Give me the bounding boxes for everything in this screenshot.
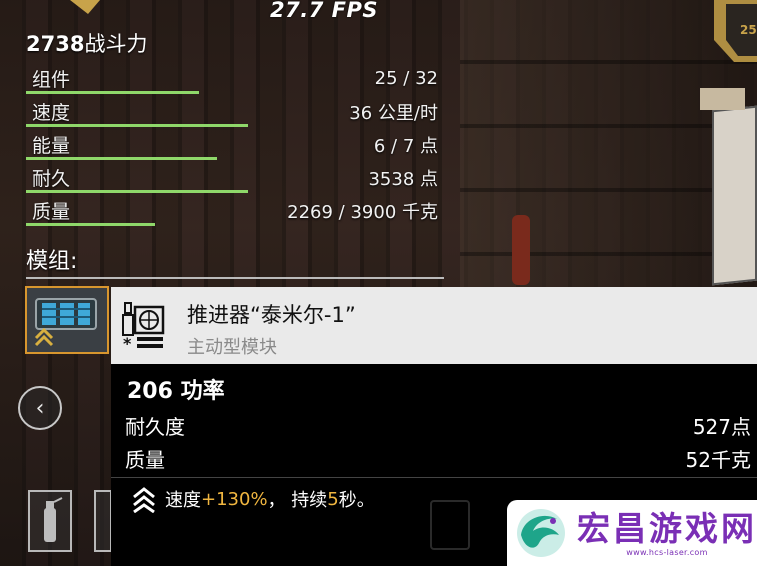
module-stat-row: 质量 52千克: [125, 442, 751, 475]
background-crate: [712, 105, 757, 286]
watermark-text: 宏昌游戏网 www.hcs-laser.com: [577, 508, 757, 557]
stat-value: 36 公里/时: [349, 102, 438, 124]
module-stat-value: 52千克: [685, 448, 751, 472]
stat-row-energy: 能量 6 / 7 点: [26, 128, 446, 161]
stat-label: 能量: [32, 135, 71, 157]
stat-bar: [26, 190, 248, 193]
svg-text:25: 25: [740, 23, 757, 37]
stat-row-mass: 质量 2269 / 3900 千克: [26, 194, 446, 227]
module-type: 主动型模块: [187, 337, 277, 358]
stat-label: 耐久: [32, 168, 71, 190]
stat-row-speed: 速度 36 公里/时: [26, 95, 446, 128]
module-name: 推进器“泰米尔-1”: [187, 303, 356, 327]
effect-amount: +130%: [201, 488, 268, 510]
ghost-slot-icon: [430, 500, 470, 550]
radiator-module-icon: *: [122, 302, 165, 351]
stat-bar: [26, 223, 155, 226]
module-power: 206 功率: [127, 379, 225, 404]
module-stat-label: 质量: [125, 448, 165, 472]
stat-bar: [26, 157, 217, 160]
module-stat-value: 527点: [692, 415, 751, 439]
stat-value: 6 / 7 点: [373, 135, 438, 157]
previous-button[interactable]: ‹: [18, 386, 62, 430]
combat-power-label: 战斗力: [84, 32, 148, 56]
stat-bar: [26, 91, 200, 94]
background-red-tank: [512, 215, 530, 285]
stat-value: 3538 点: [368, 168, 438, 190]
stat-value: 2269 / 3900 千克: [287, 201, 438, 223]
stat-row-parts: 组件 25 / 32: [26, 62, 446, 95]
stat-value: 25 / 32: [374, 68, 438, 89]
thruster-icon: [34, 298, 97, 347]
stat-label: 速度: [32, 102, 71, 124]
effect-seconds: 5: [327, 488, 339, 510]
combat-power-value: 2738: [26, 32, 85, 56]
stat-row-durability: 耐久 3538 点: [26, 161, 446, 194]
stat-bar: [26, 124, 248, 127]
effect-text-post: 秒。: [338, 490, 375, 511]
chevrons-up-icon: [133, 487, 155, 513]
module-effect: 速度 +130%， 持续 5 秒。: [131, 485, 375, 513]
card-header: * 推进器“泰米尔-1” 主动型模块: [111, 287, 757, 364]
svg-text:*: *: [123, 334, 132, 351]
module-stat-row: 耐久度 527点: [125, 409, 751, 442]
fps-counter: 27.7 FPS: [270, 0, 378, 22]
modules-divider: [26, 277, 444, 279]
module-stats: 耐久度 527点 质量 52千克: [125, 409, 751, 475]
stat-label: 组件: [32, 69, 71, 91]
watermark-url: www.hcs-laser.com: [626, 547, 708, 557]
background-crate-small: [700, 88, 745, 110]
combat-power: 2738战斗力: [26, 28, 147, 58]
bottom-slot-extinguisher[interactable]: [28, 490, 72, 552]
chevron-left-icon: ‹: [35, 395, 45, 421]
fire-extinguisher-icon: [44, 497, 63, 542]
rank-badge-icon[interactable]: 25: [704, 0, 757, 62]
watermark-main: 宏昌游戏网: [577, 508, 757, 548]
card-title-block: 推进器“泰米尔-1” 主动型模块: [187, 297, 356, 359]
module-slot-thruster[interactable]: [25, 286, 109, 354]
modules-heading: 模组:: [26, 249, 78, 274]
card-divider: [111, 477, 757, 478]
stats-panel: 组件 25 / 32 速度 36 公里/时 能量 6 / 7 点 耐久 3538…: [26, 62, 446, 227]
effect-text-pre: 速度: [165, 490, 201, 511]
bottom-slot-2[interactable]: [94, 490, 112, 552]
stat-label: 质量: [32, 201, 71, 223]
effect-text-mid: ， 持续: [267, 490, 328, 511]
dragon-logo-icon: [517, 509, 565, 557]
watermark: 宏昌游戏网 www.hcs-laser.com: [507, 500, 757, 566]
module-stat-label: 耐久度: [125, 415, 185, 439]
